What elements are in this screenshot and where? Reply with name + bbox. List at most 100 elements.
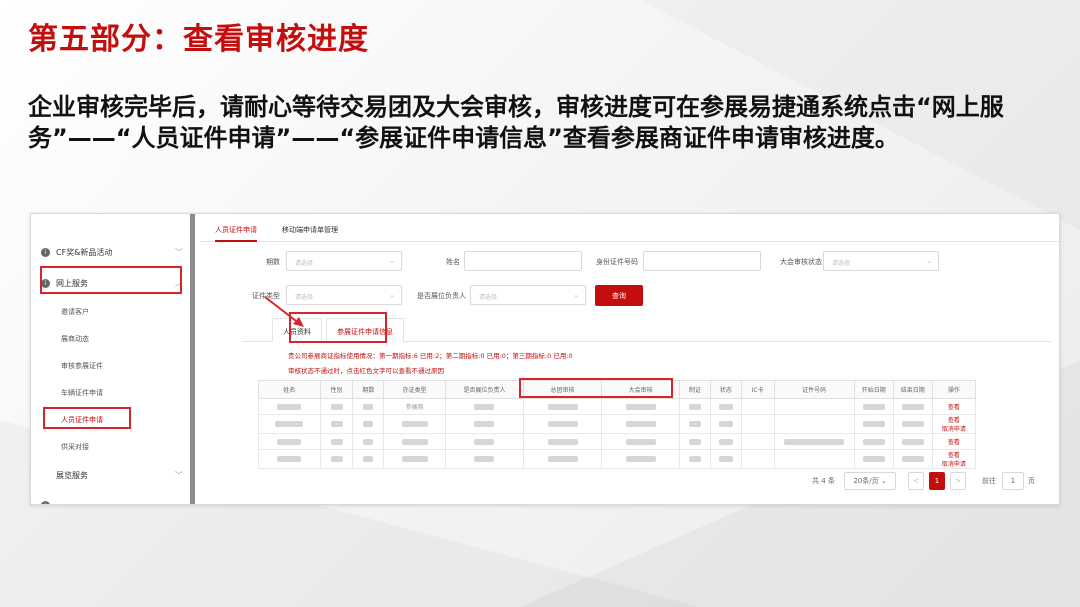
page-unit-label: 页 [1028, 477, 1035, 485]
redacted-value [363, 403, 374, 410]
cert-type-cell [383, 414, 446, 434]
redacted-value [718, 421, 733, 427]
redacted-value [689, 403, 702, 410]
sidebar-item-supply-matching[interactable]: 供采对接 [61, 442, 89, 452]
id-number-label: 身份证件号码 [596, 258, 638, 266]
sidebar-item-exhibitor-news[interactable]: 展商动态 [61, 334, 89, 344]
redacted-value [625, 456, 656, 462]
slide-title: 第五部分：查看审核进度 [28, 22, 369, 57]
redacted-value [901, 438, 924, 445]
redacted-value [277, 403, 302, 410]
chevron-down-icon: ⌄ [389, 257, 395, 265]
column-header: 办证类型 [383, 380, 446, 399]
slide-description: 企业审核完毕后，请耐心等待交易团及大会审核，审核进度可在参展易捷通系统点击“网上… [28, 93, 1004, 152]
redacted-value [547, 403, 578, 410]
redacted-value [363, 421, 374, 427]
total-count: 共 4 条 [812, 477, 835, 485]
booth-owner-select[interactable]: 请选择 ⌄ [470, 285, 586, 305]
column-header: 状态 [709, 380, 742, 399]
redacted-value [862, 421, 885, 427]
sidebar-group-online-service[interactable]: i 网上服务 ︿ [41, 272, 183, 294]
cert-type-cell: 参展商 [383, 398, 446, 415]
redacted-value [718, 438, 733, 445]
review-status-select[interactable]: 请选择 ⌄ [823, 251, 939, 271]
tab-personnel-info[interactable]: 人员资料 [272, 318, 322, 342]
page-size-select[interactable]: 20条/页 ⌄ [844, 472, 896, 490]
redacted-value [330, 438, 343, 445]
redacted-value [330, 456, 343, 462]
chevron-down-icon: ⌄ [389, 291, 395, 299]
cert-type-label: 证件类型 [252, 292, 280, 300]
sidebar-item-review-passes[interactable]: 审核参展证件 [61, 361, 103, 371]
redacted-value [784, 438, 845, 445]
redacted-value [862, 456, 885, 462]
cancel-application-link[interactable]: 取消申请 [942, 426, 966, 433]
redacted-value [547, 421, 578, 427]
sidebar: i CF奖&新品活动 ﹀ i 网上服务 ︿ 邀请客户 展商动态 审核参展证件 车… [31, 214, 195, 504]
current-page[interactable]: 1 [929, 472, 945, 490]
redacted-value [718, 403, 733, 410]
redacted-value [689, 456, 702, 462]
system-screenshot: i CF奖&新品活动 ﹀ i 网上服务 ︿ 邀请客户 展商动态 审核参展证件 车… [30, 213, 1060, 505]
id-number-input[interactable] [643, 251, 761, 271]
quota-note: 贵公司参展商证指标使用情况：第一期指标:6 已用:2；第二期指标:0 已用:0；… [288, 352, 573, 360]
info-icon: i [41, 247, 50, 257]
view-link[interactable]: 查看 [948, 417, 960, 424]
period-select[interactable]: 请选择 ⌄ [286, 251, 402, 271]
redacted-value [625, 438, 656, 445]
view-link[interactable]: 查看 [948, 439, 960, 446]
review-status-label: 大会审核状态 [780, 258, 822, 266]
column-header: 开始日期 [853, 380, 894, 399]
redacted-value [474, 438, 495, 445]
main-content: 人员证件申请 移动端申请单管理 期数 请选择 ⌄ 姓名 身份证件号码 大会审核状… [200, 214, 1059, 504]
query-button[interactable]: 查询 [595, 285, 643, 306]
redacted-value [689, 438, 702, 445]
column-header: 结束日期 [892, 380, 933, 399]
redacted-value [277, 456, 302, 462]
column-header: 总团审核 [522, 380, 603, 399]
application-table: 姓名 性别 期数 办证类型 是否展位负责人 总团审核 大会审核 制证 状态 IC… [258, 380, 977, 469]
redacted-value [330, 403, 343, 410]
chevron-down-icon: ﹀ [175, 247, 183, 257]
redacted-value [277, 438, 302, 445]
tab-personnel-pass[interactable]: 人员证件申请 [215, 225, 257, 242]
sidebar-item-personnel-pass[interactable]: 人员证件申请 [61, 415, 103, 425]
sub-tab-bar: 人员资料 参展证件申请信息 [242, 318, 1052, 342]
next-page-button[interactable]: > [950, 472, 966, 490]
column-header: 姓名 [258, 380, 321, 399]
info-icon: i [41, 278, 50, 288]
chevron-down-icon: ⌄ [573, 291, 579, 299]
column-header: IC卡 [740, 380, 775, 399]
tab-pass-application-info[interactable]: 参展证件申请信息 [326, 318, 404, 342]
prev-page-button[interactable]: < [908, 472, 924, 490]
sidebar-item-vehicle-pass[interactable]: 车辆证件申请 [61, 388, 103, 398]
sidebar-group-label: 展览服务 [56, 470, 88, 480]
redacted-value [901, 456, 924, 462]
sidebar-group-label: 网上服务 [56, 278, 88, 288]
sidebar-group-partial: i [41, 494, 183, 504]
column-header: 性别 [319, 380, 354, 399]
redacted-value [547, 456, 578, 462]
column-header: 期数 [352, 380, 385, 399]
view-link[interactable]: 查看 [948, 452, 960, 459]
redacted-value [625, 421, 656, 427]
booth-owner-label: 是否展位负责人 [417, 292, 466, 300]
column-header: 操作 [931, 380, 977, 399]
redacted-value [474, 403, 495, 410]
tab-mobile-applications[interactable]: 移动端申请单管理 [282, 225, 338, 235]
name-input[interactable] [464, 251, 582, 271]
redacted-value [901, 403, 924, 410]
redacted-value [862, 403, 885, 410]
cancel-application-link[interactable]: 取消申请 [942, 461, 966, 468]
goto-page-input[interactable]: 1 [1002, 472, 1024, 490]
table-row: 参展商 查看 [258, 398, 977, 415]
chevron-up-icon: ︿ [175, 278, 183, 288]
redacted-value [547, 438, 578, 445]
sidebar-group-cf-activity[interactable]: i CF奖&新品活动 ﹀ [41, 241, 183, 263]
redacted-value [330, 421, 343, 427]
column-header: 大会审核 [601, 380, 681, 399]
sidebar-group-exhibition-service[interactable]: 展览服务 ﹀ [41, 464, 183, 486]
sidebar-item-invite-customer[interactable]: 邀请客户 [61, 307, 89, 317]
cert-type-select[interactable]: 请选择 ⌄ [286, 285, 402, 305]
view-link[interactable]: 查看 [948, 404, 960, 411]
